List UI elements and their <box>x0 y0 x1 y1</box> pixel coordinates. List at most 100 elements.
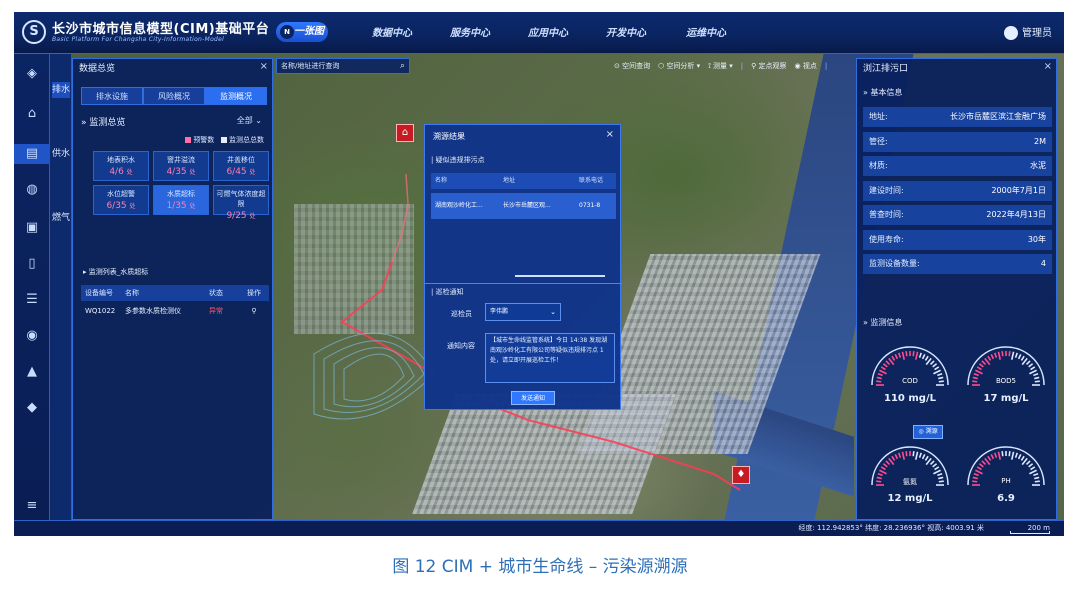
gauge-tick <box>937 373 943 377</box>
document-icon[interactable]: ▯ <box>22 254 42 274</box>
trace-source-button[interactable]: ◎ 溯源 <box>913 425 943 439</box>
gauge-tick <box>975 369 983 375</box>
gauge-tick <box>882 363 888 368</box>
info-key: 地址: <box>869 112 888 121</box>
device-name: 多参数水质检测仪 <box>125 307 181 315</box>
stat-card[interactable]: 地表积水 4/6 处 <box>93 151 149 181</box>
gauge-tick <box>877 473 883 477</box>
stat-number: 1/35 <box>166 201 187 211</box>
category-water-supply[interactable]: 供水 <box>52 146 70 162</box>
map-tab-icon: N <box>280 25 294 39</box>
tab-drainage-facilities[interactable]: 排水设施 <box>81 87 143 105</box>
gauge-tick <box>1028 363 1034 368</box>
gauge-tick <box>915 451 919 460</box>
user-avatar-icon <box>1004 26 1018 40</box>
globe-icon[interactable]: ◍ <box>22 180 42 200</box>
stat-value: 1/35 处 <box>154 201 208 211</box>
gauge-tick <box>975 469 983 475</box>
menu-icon[interactable]: ≡ <box>22 496 42 516</box>
gauge-tick <box>880 466 886 471</box>
gauge-value: 6.9 <box>997 493 1015 504</box>
gauge-tick <box>981 460 987 466</box>
fixed-point-observe-button[interactable]: ⚲ 定点观察 <box>751 58 786 74</box>
search-input[interactable]: 名称/地址进行查询 ⌕ <box>276 58 410 74</box>
info-value: 2M <box>1034 136 1046 146</box>
gauge-tick <box>933 469 941 475</box>
shield-icon[interactable]: ◉ <box>22 326 42 346</box>
gauge-tick <box>934 466 940 471</box>
stat-card[interactable]: 可燃气体浓度超限 9/25 处 <box>213 185 269 221</box>
category-gas[interactable]: 燃气 <box>52 210 70 226</box>
diamond-icon[interactable]: ◆ <box>22 398 42 418</box>
gauge-tick <box>924 455 929 461</box>
send-notice-button[interactable]: 发送通知 <box>511 391 555 405</box>
filter-value: 全部 <box>236 116 253 125</box>
filter-dropdown[interactable]: 全部 ⌄ <box>237 115 262 126</box>
info-value: 长沙市岳麓区滨江金融广场 <box>950 112 1046 121</box>
spatial-query-button[interactable]: ⊙ 空间查询 <box>614 58 650 74</box>
gauge-tick <box>978 363 984 368</box>
info-key: 建设时间: <box>869 185 904 195</box>
locate-icon[interactable]: ⚲ <box>239 301 269 321</box>
layers-icon[interactable]: ◈ <box>22 64 42 84</box>
chart-icon[interactable]: ▲ <box>22 362 42 382</box>
pipeline-route-2 <box>391 173 409 263</box>
stat-unit: 处 <box>189 203 196 210</box>
city-lifeline-icon[interactable]: ▤ <box>22 144 42 164</box>
stat-card[interactable]: 窨井溢流 4/35 处 <box>153 151 209 181</box>
stat-card-selected[interactable]: 水质超标 1/35 处 <box>153 185 209 215</box>
gauge-tick <box>1017 354 1022 360</box>
tab-data-center[interactable]: 数据中心 <box>372 24 412 39</box>
stat-card[interactable]: 井盖移位 6/45 处 <box>213 151 269 181</box>
measure-button[interactable]: ⟟ 测量 ▾ <box>708 58 733 74</box>
legend-swatch-total <box>221 137 227 143</box>
gauge-tick <box>882 463 888 468</box>
stat-card[interactable]: 水位超警 6/35 处 <box>93 185 149 215</box>
tab-application-center[interactable]: 应用中心 <box>528 24 568 39</box>
info-key: 使用寿命: <box>869 234 904 244</box>
spatial-analysis-button[interactable]: ⬡ 空间分析 ▾ <box>658 58 700 74</box>
stat-value: 4/35 处 <box>154 167 208 177</box>
tool-label: 空间分析 ▾ <box>666 62 701 70</box>
pollution-source-marker-icon[interactable]: ⌂ <box>396 124 414 142</box>
gauge-label: COD <box>902 377 918 385</box>
category-drainage[interactable]: 排水 <box>52 82 70 98</box>
close-icon[interactable]: × <box>1044 61 1052 72</box>
close-icon[interactable]: × <box>260 61 268 72</box>
gauge-tick <box>994 452 998 458</box>
table-row[interactable]: WQ1022 多参数水质检测仪 异常 ⚲ <box>81 301 269 321</box>
basic-info-list: 地址: 长沙市岳麓区滨江金融广场 管径: 2M 材质: 水泥 建设时间: 2000年7月… <box>863 107 1052 279</box>
tab-service-center[interactable]: 服务中心 <box>450 24 490 39</box>
info-value: 4 <box>1040 259 1046 268</box>
tab-overview-map[interactable]: N 一张图 <box>276 22 328 42</box>
close-icon[interactable]: × <box>606 129 614 140</box>
gauge-tick <box>880 366 886 371</box>
building-icon[interactable]: ▣ <box>22 218 42 238</box>
horizontal-scrollbar[interactable] <box>515 275 605 277</box>
inspector-select[interactable]: 李伟鹏 ⌄ <box>485 303 561 321</box>
table-row[interactable]: 湖南观沙岭化工... 长沙市岳麓区观... 0731-8 <box>431 193 616 219</box>
company-phone: 0731-8 <box>579 202 601 209</box>
tab-monitoring-overview[interactable]: 监测概况 <box>205 87 267 105</box>
stack-icon[interactable]: ☰ <box>22 290 42 310</box>
gauge-ammonia: 氨氮 12 mg/L <box>865 441 955 515</box>
crane-icon[interactable]: ⌂ <box>22 104 42 124</box>
notice-content-textarea[interactable]: 【城市生命线监管系统】今日 14:38 发现湖南观沙岭化工有限公司等疑似违规排污… <box>485 333 615 383</box>
tab-risk-overview[interactable]: 风险概况 <box>143 87 205 105</box>
status-bar: 经度: 112.942853° 纬度: 28.236936° 视高: 4003.… <box>14 520 1064 536</box>
tab-development-center[interactable]: 开发中心 <box>606 24 646 39</box>
search-icon[interactable]: ⌕ <box>400 59 405 73</box>
tab-operations-center[interactable]: 运维中心 <box>686 24 726 39</box>
outfall-marker-icon[interactable]: ♦ <box>732 466 750 484</box>
gauge-tick <box>885 360 891 366</box>
tab-label: 一张图 <box>294 26 324 37</box>
viewpoint-button[interactable]: ◉ 视点 <box>795 58 817 74</box>
dialog-title: 溯源结果 <box>433 132 465 141</box>
column-header: 操作 <box>247 289 261 297</box>
outfall-detail-panel: 浏江排污口 × » 基本信息 地址: 长沙市岳麓区滨江金融广场 管径: 2M 材质:… <box>856 58 1057 520</box>
section-heading-list: ▸ 监测列表_水质超标 <box>83 268 149 276</box>
gauge-tick <box>1008 451 1011 457</box>
user-menu[interactable]: 管理员 <box>1004 24 1052 40</box>
gauge-tick <box>973 473 979 477</box>
stat-label: 可燃气体浓度超限 <box>216 190 266 208</box>
